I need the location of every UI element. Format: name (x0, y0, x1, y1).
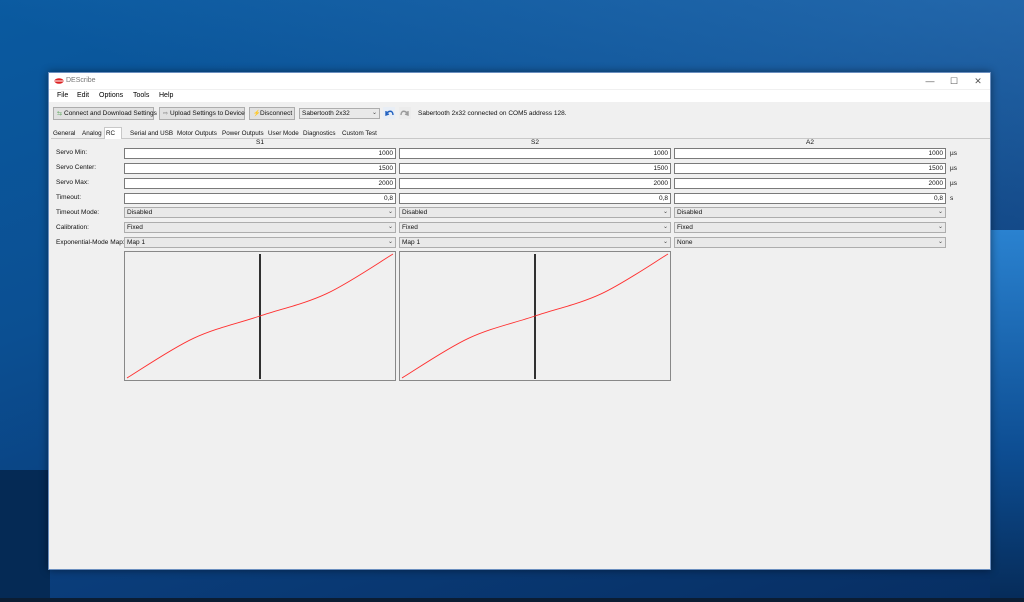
chevron-down-icon: ⌄ (387, 239, 393, 245)
upload-settings-button[interactable]: ⇨ Upload Settings to Device (159, 107, 245, 120)
s2-exp-map-plot (399, 251, 671, 381)
label-exp-map: Exponential-Mode Map: (56, 239, 125, 246)
s1-servo-min-input[interactable]: 1000 (124, 148, 396, 159)
tab-power-outputs[interactable]: Power Outputs (221, 129, 265, 139)
s1-exp-map-plot (124, 251, 396, 381)
chevron-down-icon: ⌄ (662, 224, 668, 230)
unit-servo-min: µs (950, 150, 957, 157)
a2-servo-center-input[interactable]: 1500 (674, 163, 946, 174)
connect-download-button[interactable]: ⇆ Connect and Download Settings (53, 107, 157, 120)
menu-bar: File Edit Options Tools Help (49, 90, 990, 102)
label-servo-center: Servo Center: (56, 164, 97, 171)
label-timeout-mode: Timeout Mode: (56, 209, 100, 216)
a2-exp-map-select[interactable]: None ⌄ (674, 237, 946, 248)
disconnect-icon: ⚡ (253, 111, 261, 117)
a2-servo-min-input[interactable]: 1000 (674, 148, 946, 159)
menu-options[interactable]: Options (99, 92, 123, 99)
a2-timeout-mode-select[interactable]: Disabled ⌄ (674, 207, 946, 218)
tab-motor-outputs[interactable]: Motor Outputs (176, 129, 218, 139)
window-title: DEScribe (66, 77, 96, 84)
redo-icon[interactable] (399, 107, 411, 119)
chevron-down-icon: ⌄ (662, 239, 668, 245)
undo-icon[interactable] (383, 107, 395, 119)
close-button[interactable]: ✕ (970, 75, 986, 87)
column-header-a2: A2 (806, 139, 814, 146)
connect-download-label: Connect and Download Settings (64, 110, 157, 117)
unit-timeout: s (950, 195, 954, 202)
s1-calibration-value: Fixed (127, 224, 143, 231)
taskbar-edge (0, 598, 1024, 602)
tab-diagnostics[interactable]: Diagnostics (302, 129, 337, 139)
s2-exp-map-select[interactable]: Map 1 ⌄ (399, 237, 671, 248)
menu-help[interactable]: Help (159, 92, 173, 99)
tab-rc[interactable]: RC (104, 127, 122, 139)
s1-curve-svg (126, 253, 394, 379)
a2-calibration-select[interactable]: Fixed ⌄ (674, 222, 946, 233)
s1-exp-map-value: Map 1 (127, 239, 146, 246)
s2-calibration-select[interactable]: Fixed ⌄ (399, 222, 671, 233)
minimize-button[interactable]: — (922, 75, 938, 87)
describe-window: DEScribe — ☐ ✕ File Edit Options Tools H… (48, 72, 991, 570)
upload-icon: ⇨ (163, 111, 169, 117)
device-select-value: Sabertooth 2x32 (302, 110, 350, 117)
chevron-down-icon: ⌄ (937, 209, 943, 215)
disconnect-label: Disconnect (260, 110, 293, 117)
s2-servo-max-input[interactable]: 2000 (399, 178, 671, 189)
device-select[interactable]: Sabertooth 2x32 ⌄ (299, 108, 380, 119)
s1-timeout-mode-select[interactable]: Disabled ⌄ (124, 207, 396, 218)
unit-servo-center: µs (950, 165, 957, 172)
s2-timeout-mode-value: Disabled (402, 209, 428, 216)
column-header-s1: S1 (256, 139, 264, 146)
tab-user-mode[interactable]: User Mode (267, 129, 300, 139)
chevron-down-icon: ⌄ (937, 224, 943, 230)
unit-servo-max: µs (950, 180, 957, 187)
column-header-s2: S2 (531, 139, 539, 146)
chevron-down-icon: ⌄ (937, 239, 943, 245)
a2-timeout-input[interactable]: 0,8 (674, 193, 946, 204)
label-servo-max: Servo Max: (56, 179, 89, 186)
s1-servo-center-input[interactable]: 1500 (124, 163, 396, 174)
app-logo-icon (54, 78, 64, 84)
menu-edit[interactable]: Edit (77, 92, 89, 99)
s2-exp-map-value: Map 1 (402, 239, 421, 246)
disconnect-button[interactable]: ⚡Disconnect (249, 107, 295, 120)
chevron-down-icon: ⌄ (371, 110, 377, 116)
settings-tabs: General Analog RC Serial and USB Motor O… (51, 127, 990, 139)
tab-general[interactable]: General (52, 129, 76, 139)
desktop-light (990, 230, 1024, 602)
label-timeout: Timeout: (56, 194, 82, 201)
s2-curve-svg (401, 253, 669, 379)
tab-custom-test[interactable]: Custom Test (341, 129, 378, 139)
s2-timeout-input[interactable]: 0,8 (399, 193, 671, 204)
s2-calibration-value: Fixed (402, 224, 418, 231)
menu-file[interactable]: File (57, 92, 68, 99)
s2-servo-center-input[interactable]: 1500 (399, 163, 671, 174)
desktop-shadow (0, 470, 50, 602)
s1-exp-map-select[interactable]: Map 1 ⌄ (124, 237, 396, 248)
label-calibration: Calibration: (56, 224, 89, 231)
chevron-down-icon: ⌄ (387, 224, 393, 230)
maximize-button[interactable]: ☐ (946, 75, 962, 87)
a2-exp-map-value: None (677, 239, 693, 246)
tab-analog[interactable]: Analog (81, 129, 103, 139)
a2-servo-max-input[interactable]: 2000 (674, 178, 946, 189)
a2-calibration-value: Fixed (677, 224, 693, 231)
a2-timeout-mode-value: Disabled (677, 209, 703, 216)
connection-status: Sabertooth 2x32 connected on COM5 addres… (418, 110, 567, 117)
upload-settings-label: Upload Settings to Device (170, 110, 245, 117)
label-servo-min: Servo Min: (56, 149, 88, 156)
chevron-down-icon: ⌄ (387, 209, 393, 215)
menu-tools[interactable]: Tools (133, 92, 149, 99)
title-bar[interactable]: DEScribe — ☐ ✕ (49, 73, 990, 89)
s2-timeout-mode-select[interactable]: Disabled ⌄ (399, 207, 671, 218)
connect-icon: ⇆ (57, 111, 63, 117)
s1-calibration-select[interactable]: Fixed ⌄ (124, 222, 396, 233)
tab-serial-usb[interactable]: Serial and USB (129, 129, 174, 139)
s1-servo-max-input[interactable]: 2000 (124, 178, 396, 189)
s1-timeout-mode-value: Disabled (127, 209, 153, 216)
chevron-down-icon: ⌄ (662, 209, 668, 215)
s1-timeout-input[interactable]: 0,8 (124, 193, 396, 204)
s2-servo-min-input[interactable]: 1000 (399, 148, 671, 159)
